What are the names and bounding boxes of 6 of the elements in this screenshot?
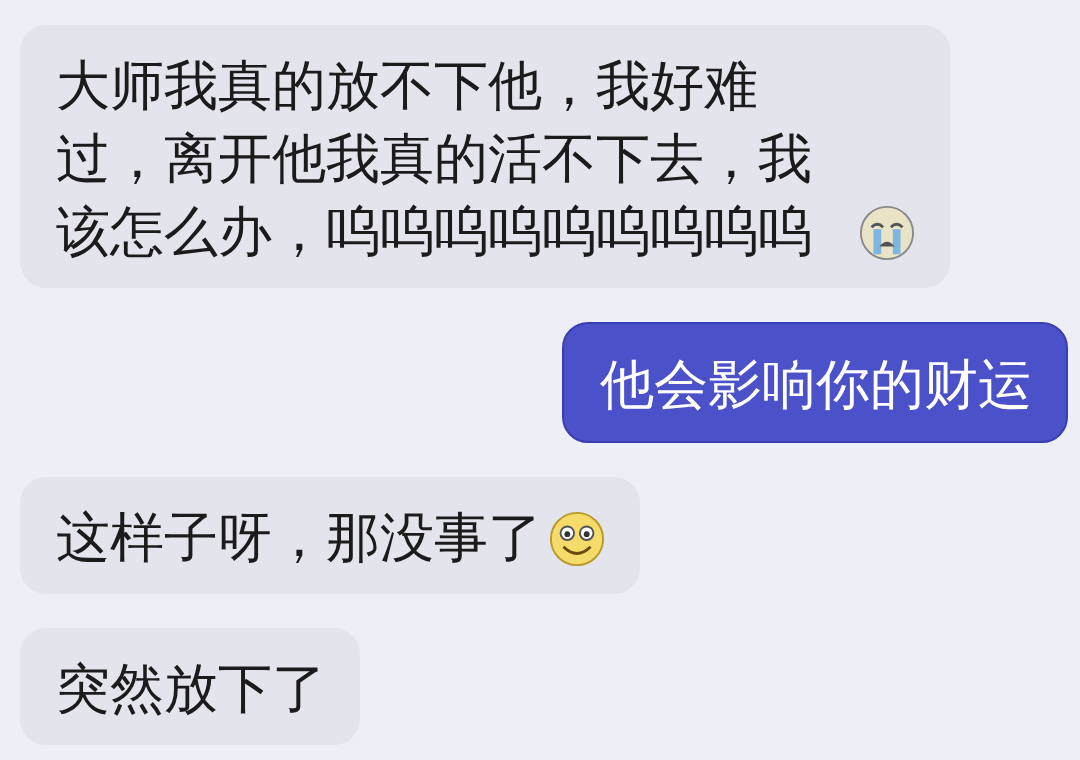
smiling-emoji-icon [548, 510, 606, 568]
message-text: 这样子呀，那没事了 [56, 505, 542, 571]
message-text: 他会影响你的财运 [600, 352, 1032, 418]
crying-emoji-icon [858, 204, 916, 262]
message-text: 大师我真的放不下他，我好难过，离开他我真的活不下去，我该怎么办，呜呜呜呜呜呜呜呜呜 [56, 53, 813, 265]
message-text: 突然放下了 [56, 656, 326, 722]
